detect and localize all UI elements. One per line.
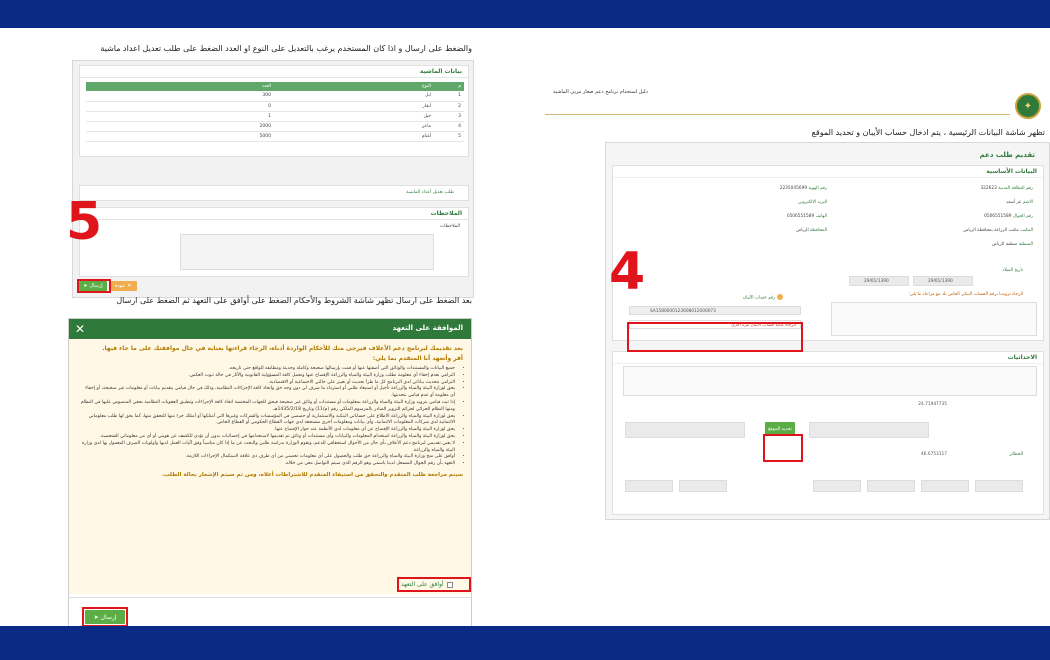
list-item: يحق لوزارة البيئة والمياه والزراعة الاطل…	[79, 414, 455, 428]
table-row: 3 خيل 1	[86, 111, 464, 122]
form-title: تقديم طلب دعم	[979, 151, 1035, 159]
notes-title: الملاحظات	[80, 208, 468, 220]
iban-highlight	[627, 322, 803, 352]
pen-field-5[interactable]	[921, 480, 969, 492]
coords-section: الاحداثيات 24.71947735 تحديد الموقع الحظ…	[612, 351, 1044, 515]
modal-send-highlight	[82, 607, 128, 627]
iban-instructions	[831, 302, 1037, 336]
terms-list: جميع البيانات والمستندات والوثائق التي أ…	[79, 366, 463, 468]
bottom-band	[0, 626, 1050, 660]
caption-step5: والضغط على ارسال و اذا كان المستخدم يرغب…	[100, 44, 472, 53]
basic-data-section: البيانات الأساسية رقم البطاقة المدنية 32…	[612, 165, 1044, 341]
list-item: لا يعني تقديمي لبرنامج دعم الأعلاف بأي ح…	[79, 441, 455, 455]
list-item: جميع البيانات والمستندات والوثائق التي أ…	[79, 366, 455, 373]
coord-field-2[interactable]	[809, 422, 929, 438]
list-item: يحق لوزارة البيئة والمياه والزراعة استخد…	[79, 434, 455, 441]
back-button[interactable]: عودة ✕	[109, 281, 137, 291]
iban-input[interactable]: SA1580000123608012000073	[629, 306, 801, 315]
list-item: يحق لوزارة البيئة والمياه والزراعة الإفص…	[79, 427, 455, 434]
livestock-table: م النوع العدد 1 ابل 300 2 أبقار 0 3 خيل 1 4 ماع…	[86, 82, 464, 142]
agree-highlight	[397, 577, 471, 592]
pen-label: الحظائر	[1009, 452, 1023, 457]
pen-field-2[interactable]	[679, 480, 727, 492]
location-highlight	[763, 434, 803, 462]
document-page: والضغط على ارسال و اذا كان المستخدم يرغب…	[0, 28, 1050, 648]
table-row: 4 ماعز 2000	[86, 121, 464, 132]
list-item: التعهد بأن رقم الجوال المسجل لدينا باسمي…	[79, 461, 455, 468]
table-row: 1 ابل 300	[86, 91, 464, 102]
notes-label: الملاحظات	[440, 224, 460, 229]
screenshot-livestock: بيانات الماشية م النوع العدد 1 ابل 300 2 أب…	[72, 60, 474, 298]
th-no: م	[434, 82, 464, 91]
pen-field-1[interactable]	[625, 480, 673, 492]
send-highlight	[77, 279, 111, 293]
step4-description: تظهر شاشة البيانات الرئيسية ، يتم ادخال …	[811, 128, 1045, 137]
modal-body: بعد تقديمك لبرنامج دعم الأعلاف فيرجى منك…	[69, 339, 471, 594]
notes-panel: الملاحظات الملاحظات	[79, 207, 469, 277]
table-row: 5 أغنام 5000	[86, 131, 464, 142]
coords-instructions	[623, 366, 1037, 396]
iban-notice: الرجاء تزويدنا برقم الحساب البنكي الخاص …	[908, 292, 1023, 297]
coord-readout-a: 24.71947735	[918, 402, 947, 407]
basic-data-title: البيانات الأساسية	[613, 166, 1043, 178]
modal-intro: بعد تقديمك لبرنامج دعم الأعلاف فيرجى منك…	[102, 345, 463, 352]
ministry-logo-icon: ✦	[1015, 93, 1041, 119]
header-divider	[545, 114, 1010, 115]
coords-title: الاحداثيات	[613, 352, 1043, 364]
th-count: العدد	[86, 82, 274, 91]
modify-panel: طلب تعديل أعداد الماشية	[79, 185, 469, 201]
close-icon: ✕	[127, 283, 132, 289]
caption-terms: بعد الضغط على ارسال تظهر شاشة الشروط وال…	[116, 296, 472, 305]
modal-footer-note: سيتم مراجعة طلب المتقدم والتحقق من استيف…	[161, 471, 463, 478]
iban-label: رقم حساب الآيبان	[743, 294, 783, 301]
coord-readout-b: 46.6753117	[921, 452, 947, 457]
step-number-5: 5	[66, 192, 103, 252]
list-item: إذا ثبت قيامي بتزويد وزارة البيئة والميا…	[79, 400, 455, 414]
pen-field-4[interactable]	[867, 480, 915, 492]
pen-field-6[interactable]	[975, 480, 1023, 492]
modal-title: الموافقة على التعهد ✕	[69, 319, 471, 339]
coord-field-1[interactable]	[625, 422, 745, 438]
pledge-modal: الموافقة على التعهد ✕ بعد تقديمك لبرنامج…	[68, 318, 472, 648]
close-icon[interactable]: ✕	[75, 322, 85, 336]
birthdate-label: تاريخ الميلاد	[1002, 268, 1023, 273]
doc-title: دليل استخدام برنامج دعم صغار مربي الماشي…	[553, 89, 648, 95]
birthdate-field[interactable]: 29/01/1390	[913, 276, 973, 286]
livestock-panel: بيانات الماشية م النوع العدد 1 ابل 300 2 أب…	[79, 65, 469, 157]
modify-livestock-link[interactable]: طلب تعديل أعداد الماشية	[406, 190, 454, 195]
table-row: 2 أبقار 0	[86, 101, 464, 112]
step-number-4: 4	[609, 242, 646, 302]
right-page: دليل استخدام برنامج دعم صغار مربي الماشي…	[545, 56, 1050, 626]
list-item: التزامي بعدم إخفاء أي معلومة تطلب وزارة …	[79, 373, 455, 380]
info-icon	[776, 294, 783, 300]
birthdate-field-2[interactable]: 29/01/1390	[849, 276, 909, 286]
modal-sub: أقر وأتعهد أنا المتقدم بما يلي:	[372, 355, 463, 362]
list-item: يحق لوزارة البيئة والمياه والزراعة تأجيل…	[79, 386, 455, 400]
th-type: النوع	[274, 82, 434, 91]
livestock-title: بيانات الماشية	[80, 66, 468, 78]
notes-textarea[interactable]	[180, 234, 434, 270]
top-band	[0, 0, 1050, 28]
pen-field-3[interactable]	[813, 480, 861, 492]
